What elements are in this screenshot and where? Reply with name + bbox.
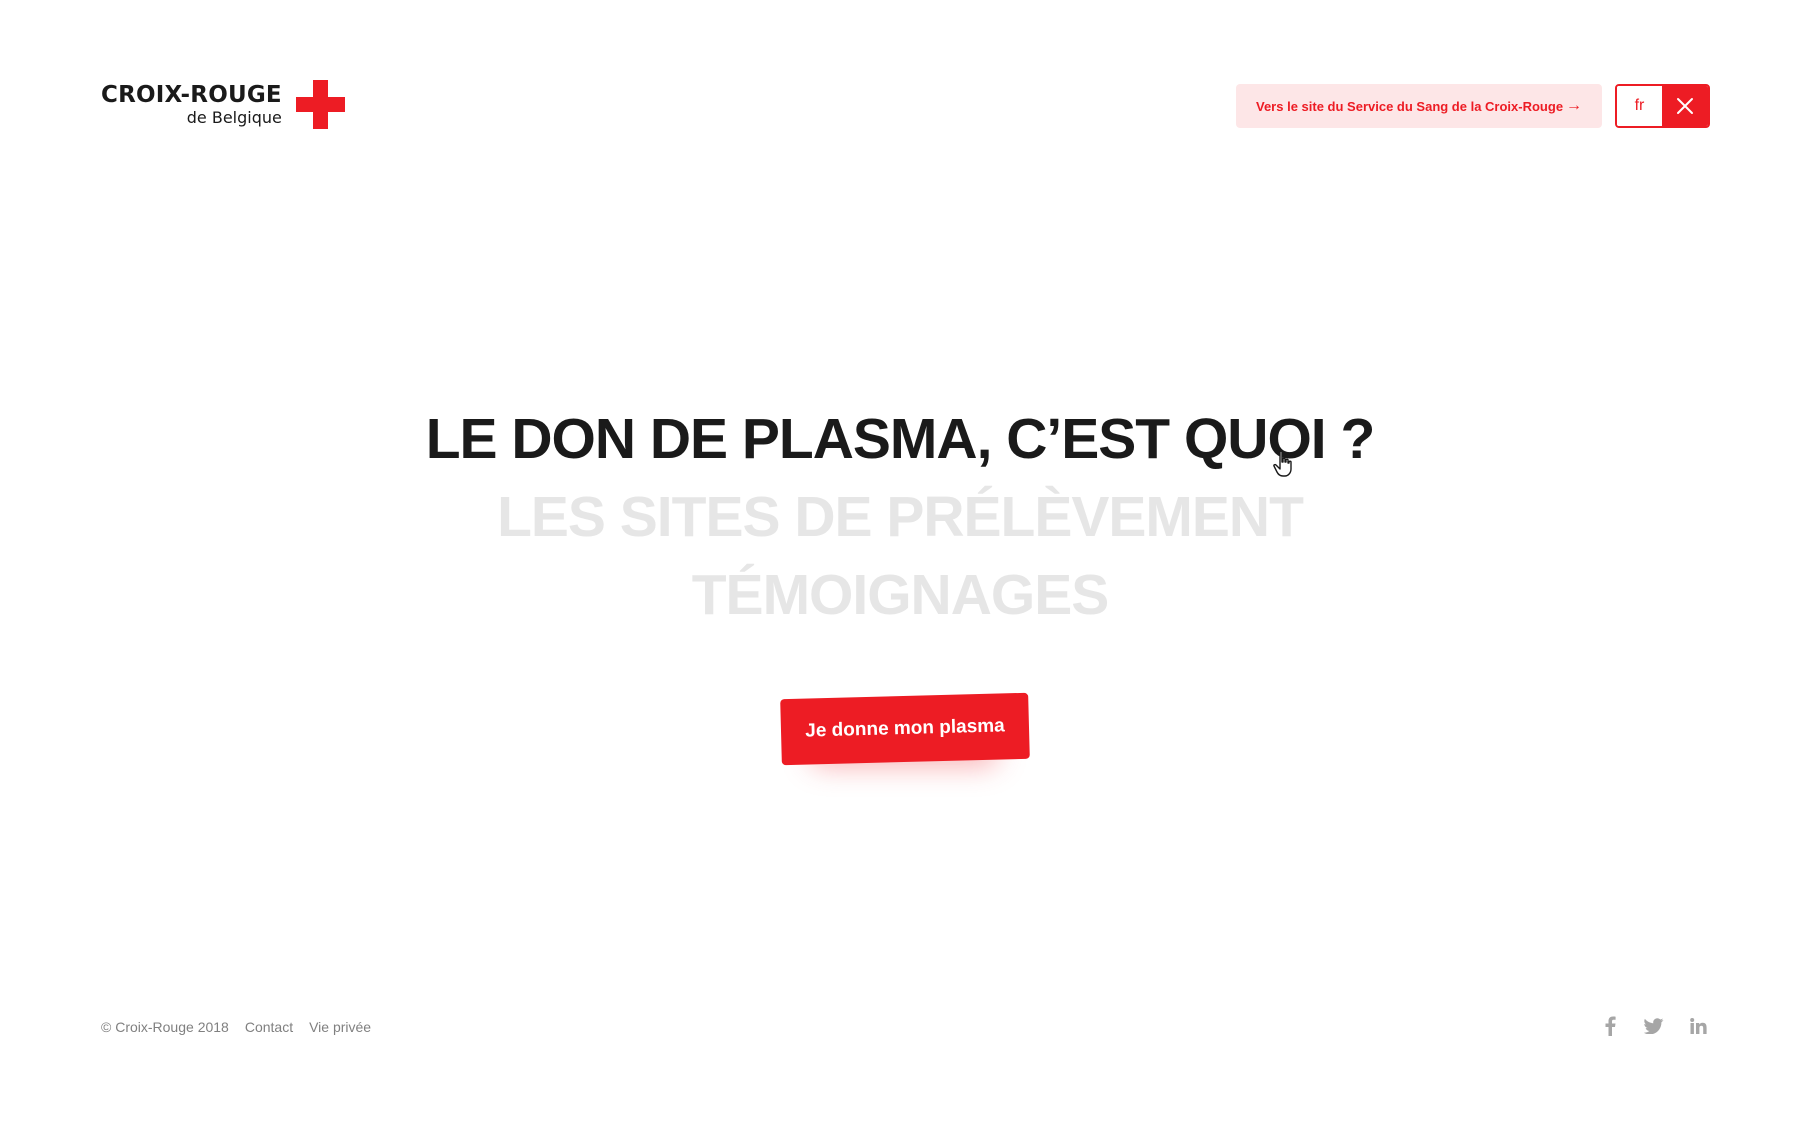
linkedin-icon (1689, 1018, 1707, 1034)
cta-wrapper: Je donne mon plasma (780, 692, 1030, 766)
hero-item-testimonials[interactable]: TÉMOIGNAGES (0, 556, 1800, 634)
copyright-year: 2018 (197, 1019, 229, 1035)
footer-link-contact[interactable]: Contact (245, 1019, 293, 1035)
logo-text: CROIX-ROUGE de Belgique (101, 81, 282, 127)
footer-link-privacy[interactable]: Vie privée (309, 1019, 371, 1035)
language-button[interactable]: fr (1617, 86, 1662, 126)
page: CROIX-ROUGE de Belgique Vers le site du … (0, 0, 1800, 1125)
close-icon (1677, 98, 1693, 114)
copyright-text: © Croix-Rouge (101, 1019, 194, 1035)
logo[interactable]: CROIX-ROUGE de Belgique (101, 80, 345, 129)
facebook-icon (1605, 1016, 1616, 1036)
hero-item-sites[interactable]: LES SITES DE PRÉLÈVEMENT (0, 478, 1800, 556)
twitter-link[interactable] (1644, 1016, 1664, 1036)
blood-service-link[interactable]: Vers le site du Service du Sang de la Cr… (1236, 84, 1602, 128)
logo-subtitle: de Belgique (186, 107, 282, 127)
linkedin-link[interactable] (1688, 1016, 1708, 1036)
hero-menu: LE DON DE PLASMA, C’EST QUOI ? LES SITES… (0, 400, 1800, 634)
hero-title[interactable]: LE DON DE PLASMA, C’EST QUOI ? (0, 400, 1800, 478)
hand-cursor-icon (1273, 450, 1292, 477)
social-links (1600, 1016, 1708, 1036)
blood-service-link-label: Vers le site du Service du Sang de la Cr… (1256, 98, 1564, 114)
logo-name: CROIX-ROUGE (101, 81, 282, 108)
facebook-link[interactable] (1600, 1016, 1620, 1036)
donate-plasma-button[interactable]: Je donne mon plasma (780, 692, 1030, 766)
language-switcher: fr (1615, 84, 1710, 128)
arrow-right-icon: → (1566, 97, 1582, 114)
copyright: © Croix-Rouge 2018 (101, 1019, 229, 1035)
footer-links: © Croix-Rouge 2018 Contact Vie privée (101, 1019, 371, 1035)
red-cross-icon (295, 80, 345, 129)
twitter-icon (1644, 1018, 1664, 1034)
close-button[interactable] (1662, 86, 1708, 126)
